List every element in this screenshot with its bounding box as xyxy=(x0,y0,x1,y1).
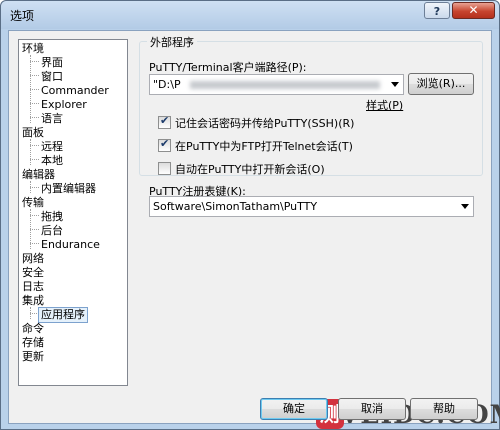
chevron-down-icon[interactable] xyxy=(461,204,469,209)
help-title-button[interactable]: ? xyxy=(424,2,450,19)
options-window: 选项 ? ✕ 环境 界面 窗口 Commander Explorer 语言 面板… xyxy=(0,0,500,430)
close-button[interactable]: ✕ xyxy=(452,2,495,19)
tree-connector xyxy=(30,89,39,90)
tree-item-logging[interactable]: 日志 xyxy=(22,280,44,294)
tree-connector xyxy=(30,243,39,244)
putty-path-label: PuTTY/Terminal客户端路径(P): xyxy=(149,61,307,74)
tree-item-transfer[interactable]: 传输 xyxy=(22,196,44,210)
checkmark-icon: ✔ xyxy=(160,137,170,150)
auto-open-session-label[interactable]: 自动在PuTTY中打开新会话(O) xyxy=(175,161,325,177)
putty-path-value: "D:\P xyxy=(153,78,181,91)
checkmark-icon: ✔ xyxy=(160,114,170,127)
tree-item-security[interactable]: 安全 xyxy=(22,266,44,280)
title-bar[interactable]: 选项 ? ✕ xyxy=(1,1,499,29)
chevron-down-icon[interactable] xyxy=(391,82,399,87)
tree-item-storage[interactable]: 存储 xyxy=(22,336,44,350)
tree-item-commands[interactable]: 命令 xyxy=(22,322,44,336)
cancel-button[interactable]: 取消 xyxy=(338,398,406,420)
tree-item-environment[interactable]: 环境 xyxy=(22,42,44,56)
help-button[interactable]: 帮助 xyxy=(410,398,478,420)
tree-item-updates[interactable]: 更新 xyxy=(22,350,44,364)
tree-item-background[interactable]: 后台 xyxy=(41,224,63,238)
tree-item-endurance[interactable]: Endurance xyxy=(41,238,100,252)
browse-button[interactable]: 浏览(R)... xyxy=(408,73,474,95)
registry-key-combo[interactable]: Software\SimonTatham\PuTTY xyxy=(149,196,474,217)
tree-item-window[interactable]: 窗口 xyxy=(41,70,63,84)
remember-password-label[interactable]: 记住会话密码并传给PuTTY(SSH)(R) xyxy=(175,115,354,131)
tree-item-local[interactable]: 本地 xyxy=(41,154,63,168)
open-telnet-checkbox[interactable]: ✔ xyxy=(158,137,171,152)
dialog-client: 环境 界面 窗口 Commander Explorer 语言 面板 远程 本地 … xyxy=(8,30,500,429)
tree-item-integration[interactable]: 集成 xyxy=(22,294,44,308)
tree-connector xyxy=(30,159,39,160)
redacted-path xyxy=(190,81,380,89)
tree-item-commander[interactable]: Commander xyxy=(41,84,109,98)
tree-item-internal-editor[interactable]: 内置编辑器 xyxy=(41,182,96,196)
tree-item-network[interactable]: 网络 xyxy=(22,252,44,266)
tree-connector xyxy=(30,61,39,62)
tree-connector xyxy=(30,145,39,146)
tree-item-panels[interactable]: 面板 xyxy=(22,126,44,140)
auto-open-session-checkbox[interactable] xyxy=(158,162,171,175)
tree-item-interface[interactable]: 界面 xyxy=(41,56,63,70)
tree-item-explorer[interactable]: Explorer xyxy=(41,98,87,112)
remember-password-checkbox[interactable]: ✔ xyxy=(158,114,171,129)
tree-item-remote[interactable]: 远程 xyxy=(41,140,63,154)
pattern-link[interactable]: 样式(P) xyxy=(366,97,403,113)
tree-item-applications[interactable]: 应用程序 xyxy=(38,307,88,323)
tree-connector xyxy=(30,117,39,118)
tree-item-language[interactable]: 语言 xyxy=(41,112,63,126)
tree-connector xyxy=(30,215,39,216)
tree-connector xyxy=(30,229,39,230)
tree-connector xyxy=(30,75,39,76)
tree-connector xyxy=(30,103,39,104)
group-title: 外部程序 xyxy=(147,34,197,50)
tree-item-editors[interactable]: 编辑器 xyxy=(22,168,55,182)
putty-path-combo[interactable]: "D:\P xyxy=(149,74,404,95)
ok-button[interactable]: 确定 xyxy=(260,398,328,420)
window-title: 选项 xyxy=(10,9,35,23)
registry-key-value: Software\SimonTatham\PuTTY xyxy=(153,200,318,213)
open-telnet-label[interactable]: 在PuTTY中为FTP打开Telnet会话(T) xyxy=(175,138,353,154)
tree-connector xyxy=(30,139,31,165)
tree-item-drag-drop[interactable]: 拖拽 xyxy=(41,210,63,224)
tree-connector xyxy=(30,187,39,188)
category-tree[interactable]: 环境 界面 窗口 Commander Explorer 语言 面板 远程 本地 … xyxy=(18,39,128,386)
